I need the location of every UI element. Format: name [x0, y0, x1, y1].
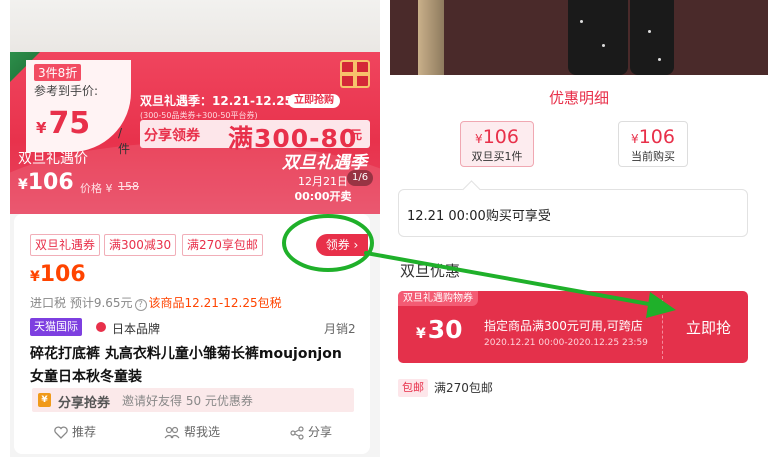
discount-panel: 3件8折 参考到手价: ¥75 /件 — [26, 60, 131, 156]
import-tax: 进口税 预计9.65元? 该商品12.21-12.25包税 — [30, 296, 282, 311]
voucher-desc: 指定商品满300元可用,可跨店 — [484, 319, 643, 333]
sale-title: 双旦礼遇季：12.21-12.25 — [140, 94, 293, 108]
voucher-divider — [662, 295, 663, 359]
notice-text: 12.21 00:00购买可享受 — [407, 209, 551, 224]
garment-image — [568, 0, 628, 75]
voucher-amount: ¥30 — [416, 315, 463, 344]
sale-info: 双旦礼遇季：12.21-12.25 立即抢购 (300-50品类券+300-50… — [140, 92, 378, 153]
option-price: ¥106 — [631, 126, 675, 148]
purchase-notice: 12.21 00:00购买可享受 — [398, 189, 748, 237]
coupon-icon: ¥ — [38, 393, 51, 407]
product-photo-dimmed — [390, 0, 768, 75]
shipping-text: 满270包邮 — [434, 381, 493, 395]
option-label: 双旦买1件 — [471, 150, 523, 163]
option-price: ¥106 — [475, 126, 519, 148]
promo-banner[interactable]: 3件8折 参考到手价: ¥75 /件 双旦礼遇季：12.21-12.25 立即抢… — [10, 52, 380, 214]
people-icon — [164, 426, 180, 439]
heart-icon — [54, 426, 68, 439]
share-action-label: 分享抢券 — [58, 396, 111, 411]
option-holiday-buy[interactable]: ¥106 双旦买1件 — [460, 121, 534, 167]
event-start-time: 00:00开卖 — [294, 190, 352, 203]
grab-voucher-button[interactable]: 立即抢 — [686, 317, 731, 338]
event-date: 12月21日 — [298, 175, 348, 188]
share-coupon-unit: 元 — [350, 128, 363, 142]
garment-image — [418, 0, 444, 75]
flower-pattern — [580, 20, 583, 23]
product-title-line2: 女童日本秋冬童装 — [30, 369, 142, 385]
recommend-button[interactable]: 推荐 — [54, 422, 96, 442]
share-invite-text: 邀请好友得 50 元优惠券 — [122, 394, 253, 408]
product-price: ¥106 — [30, 262, 86, 287]
option-label: 当前购买 — [631, 150, 675, 163]
event-logo: 双旦礼遇季 — [282, 153, 367, 173]
action-bar: 推荐 帮我选 分享 — [32, 422, 352, 442]
discount-badge: 3件8折 — [34, 64, 82, 81]
voucher-card[interactable]: 双旦礼遇购物券 ¥30 指定商品满300元可用,可跨店 2020.12.21 0… — [398, 291, 748, 363]
section-title: 双旦优惠 — [400, 262, 461, 280]
share-button[interactable]: 分享 — [290, 422, 332, 442]
garment-image — [630, 0, 674, 75]
orig-price: 158 — [118, 180, 139, 193]
help-choose-button[interactable]: 帮我选 — [164, 422, 220, 442]
discount-detail-screen: 优惠明细 ¥106 双旦买1件 ¥106 当前购买 12.21 00:00购买可… — [390, 0, 768, 457]
share-coupon-banner[interactable]: 分享领券 满300-80 元 — [140, 120, 370, 153]
flower-pattern — [648, 30, 651, 33]
flower-pattern — [602, 44, 605, 47]
share-icon — [290, 425, 304, 440]
coupon-chip[interactable]: 双旦礼遇券 — [30, 234, 101, 256]
flower-pattern — [658, 58, 661, 61]
ref-price-label: 参考到手价: — [34, 84, 99, 98]
option-current-buy[interactable]: ¥106 当前购买 — [618, 121, 688, 167]
brand-origin: 日本品牌 — [112, 322, 161, 336]
holiday-price-label: 双旦礼遇价 — [18, 151, 88, 167]
orig-price-label: 价格 ¥ — [80, 182, 113, 195]
get-coupon-button[interactable]: 领券 › — [316, 234, 368, 256]
voucher-tag: 双旦礼遇购物券 — [398, 291, 478, 306]
shipping-tag: 包邮 — [398, 379, 428, 397]
tax-free-note: 该商品12.21-12.25包税 — [148, 296, 282, 310]
product-title-line1: 碎花打底裤 丸高衣料儿童小雏菊长裤moujonjon — [30, 346, 342, 362]
help-icon[interactable]: ? — [134, 299, 147, 311]
monthly-sales: 月销2 — [324, 322, 356, 336]
product-photo — [10, 0, 380, 60]
voucher-date: 2020.12.21 00:00-2020.12.25 23:59 — [484, 338, 648, 348]
holiday-price: ¥106 — [18, 170, 74, 195]
ref-price: ¥75 — [36, 106, 91, 141]
share-coupon-strip[interactable]: ¥ 分享抢券 邀请好友得 50 元优惠券 — [32, 388, 354, 412]
japan-flag-icon — [96, 322, 106, 332]
share-coupon-label: 分享领券 — [144, 128, 200, 144]
discount-sheet: 优惠明细 ¥106 双旦买1件 ¥106 当前购买 12.21 00:00购买可… — [390, 75, 768, 457]
coupon-chip[interactable]: 满270享包邮 — [182, 234, 263, 256]
sheet-title: 优惠明细 — [548, 89, 609, 107]
gift-icon — [340, 60, 370, 88]
buy-now-button[interactable]: 立即抢购 — [288, 94, 340, 108]
ref-price-unit: /件 — [118, 126, 131, 156]
coupon-chip[interactable]: 满300减30 — [104, 234, 177, 256]
tmall-global-badge: 天猫国际 — [30, 318, 82, 336]
screenshot-root: 3件8折 参考到手价: ¥75 /件 双旦礼遇季：12.21-12.25 立即抢… — [0, 0, 768, 457]
